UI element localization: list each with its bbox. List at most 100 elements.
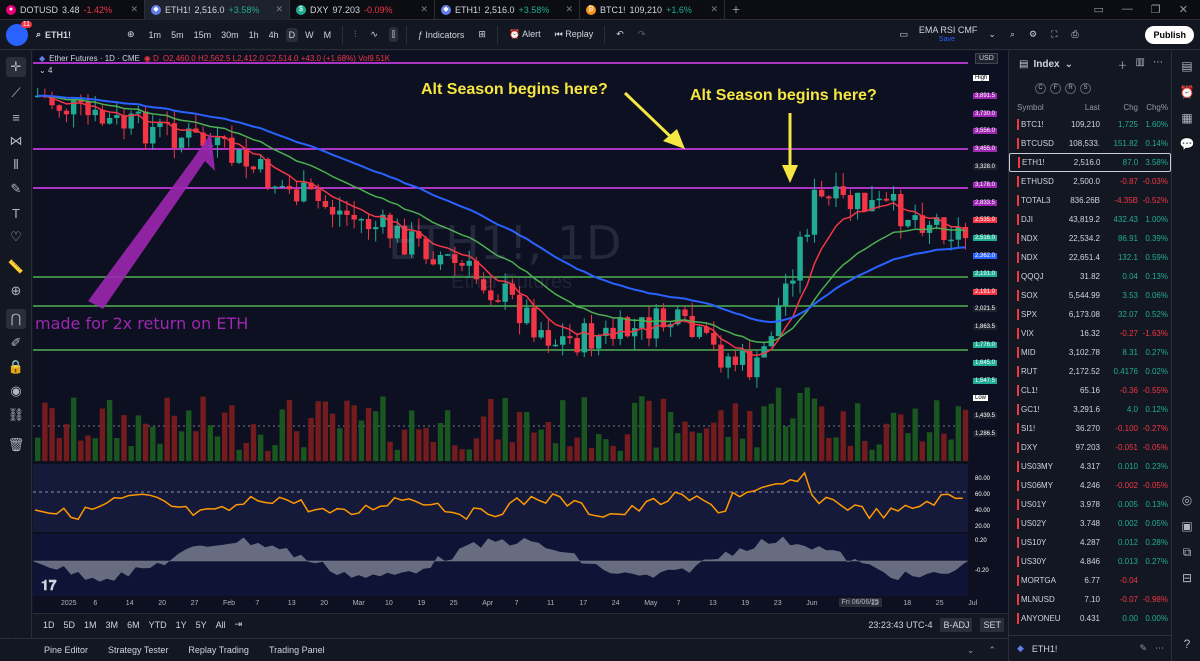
watchlist-row[interactable]: TOTAL3 836.26B -4.35B -0.52% bbox=[1009, 191, 1171, 210]
bottom-tab-strategy-tester[interactable]: Strategy Tester bbox=[108, 645, 168, 655]
text-icon[interactable]: T bbox=[6, 203, 26, 223]
ruler-icon[interactable]: 📏 bbox=[6, 257, 26, 277]
watchlist-row[interactable]: QQQJ 31.82 0.04 0.13% bbox=[1009, 267, 1171, 286]
watchlist-icon[interactable]: ▤ bbox=[1178, 57, 1196, 75]
zoom-icon[interactable]: ⊕ bbox=[6, 281, 26, 301]
camera-icon[interactable]: ⎙ bbox=[1068, 27, 1081, 42]
help-icon[interactable]: ? bbox=[1178, 635, 1196, 653]
interval-1m[interactable]: 1m bbox=[146, 28, 165, 42]
heart-icon[interactable]: ♡ bbox=[6, 227, 26, 247]
footer-symbol[interactable]: ETH1! bbox=[1032, 644, 1058, 654]
notifications-icon[interactable]: ⊟ bbox=[1178, 569, 1196, 587]
range-5y[interactable]: 5Y bbox=[196, 620, 207, 630]
publish-button[interactable]: Publish bbox=[1145, 25, 1194, 44]
quick-search-icon[interactable]: ⌕ bbox=[1007, 27, 1018, 42]
watchlist-row[interactable]: MLNUSD 7.10 -0.07 -0.98% bbox=[1009, 590, 1171, 609]
add-symbol-icon[interactable]: ＋ bbox=[1118, 57, 1128, 72]
watchlist-row[interactable]: SOX 5,544.99 3.53 0.06% bbox=[1009, 286, 1171, 305]
interval-d[interactable]: D bbox=[285, 27, 299, 42]
settings-icon[interactable]: ⚙ bbox=[1026, 27, 1040, 42]
tab-dotusd[interactable]: ● DOTUSD 3.48 -1.42% ✕ bbox=[0, 0, 145, 20]
more-icon[interactable]: ⋯ bbox=[1155, 643, 1164, 654]
watchlist-row[interactable]: ETHUSD 2,500.0 -0.87 -0.03% bbox=[1009, 172, 1171, 191]
watchlist-row[interactable]: US10Y 4.287 0.012 0.28% bbox=[1009, 533, 1171, 552]
watchlist-row[interactable]: US01Y 3.978 0.005 0.13% bbox=[1009, 495, 1171, 514]
layout-icon[interactable]: ▥ bbox=[1136, 57, 1145, 72]
minimize-button[interactable]: — bbox=[1122, 3, 1133, 16]
watchlist-row[interactable]: NDX 22,534.2 86.91 0.39% bbox=[1009, 229, 1171, 248]
user-avatar[interactable]: 11 bbox=[6, 20, 32, 46]
lock-drawing-icon[interactable]: ✐ bbox=[6, 333, 26, 353]
edit-icon[interactable]: ✎ bbox=[1139, 643, 1147, 654]
watchlist-row[interactable]: ANYONEU 0.431 0.00 0.00% bbox=[1009, 609, 1171, 628]
bottom-tab-trading-panel[interactable]: Trading Panel bbox=[269, 645, 325, 655]
range-ytd[interactable]: YTD bbox=[149, 620, 167, 630]
line-style-icon[interactable]: ∿ bbox=[367, 27, 381, 42]
tab-eth1[interactable]: ◆ ETH1! 2,516.0 +3.58% ✕ bbox=[145, 0, 290, 20]
annotation-alt-season-1[interactable]: Alt Season begins here? bbox=[421, 81, 608, 99]
candles-icon[interactable]: ⫿ bbox=[388, 27, 398, 42]
tab-btc1[interactable]: ₿ BTC1! 109,210 +1.6% ✕ bbox=[580, 0, 725, 20]
tab-dxy[interactable]: $ DXY 97.203 -0.09% ✕ bbox=[290, 0, 435, 20]
section-badge-c[interactable]: C bbox=[1035, 82, 1046, 94]
tab-eth1[interactable]: ◆ ETH1! 2,516.0 +3.58% ✕ bbox=[435, 0, 580, 20]
watchlist-row[interactable]: US30Y 4.846 0.013 0.27% bbox=[1009, 552, 1171, 571]
interval-4h[interactable]: 4h bbox=[266, 28, 282, 42]
range-1d[interactable]: 1D bbox=[43, 620, 55, 630]
section-badge-s[interactable]: S bbox=[1080, 82, 1091, 94]
lock-icon[interactable]: 🔒 bbox=[6, 357, 26, 377]
annotation-2x-return[interactable]: made for 2x return on ETH bbox=[35, 314, 248, 333]
watchlist-row[interactable]: DXY 97.203 -0.051 -0.05% bbox=[1009, 438, 1171, 457]
range-1m[interactable]: 1M bbox=[84, 620, 97, 630]
watchlist-row[interactable]: US03MY 4.317 0.010 0.23% bbox=[1009, 457, 1171, 476]
column-header-symbol[interactable]: Symbol bbox=[1009, 103, 1067, 112]
bar-style-icon[interactable]: ⫶ bbox=[351, 27, 359, 42]
watchlist-row[interactable]: RUT 2,172.52 0.4176 0.02% bbox=[1009, 362, 1171, 381]
watchlist-row[interactable]: MORTGA 6.77 -0.04 bbox=[1009, 571, 1171, 590]
bottom-tab-pine-editor[interactable]: Pine Editor bbox=[44, 645, 88, 655]
redo-icon[interactable]: ↷ bbox=[635, 27, 649, 42]
interval-15m[interactable]: 15m bbox=[191, 28, 215, 42]
close-tab-icon[interactable]: ✕ bbox=[420, 4, 428, 15]
range-all[interactable]: All bbox=[216, 620, 226, 630]
annotation-alt-season-2[interactable]: Alt Season begins here? bbox=[690, 87, 877, 105]
watchlist-row[interactable]: CL1! 65.16 -0.36 -0.55% bbox=[1009, 381, 1171, 400]
column-header-last[interactable]: Last bbox=[1067, 103, 1100, 112]
bottom-tab-replay-trading[interactable]: Replay Trading bbox=[188, 645, 249, 655]
range-6m[interactable]: 6M bbox=[127, 620, 140, 630]
alerts-icon[interactable]: ⏰ bbox=[1178, 83, 1196, 101]
currency-selector[interactable]: USD bbox=[975, 53, 998, 64]
link-icon[interactable]: ⛓ bbox=[6, 405, 26, 425]
watchlist-row[interactable]: BTCUSD 108,533. 151.82 0.14% bbox=[1009, 134, 1171, 153]
close-tab-icon[interactable]: ✕ bbox=[565, 4, 573, 15]
column-header-chg[interactable]: Chg bbox=[1100, 103, 1138, 112]
back-adjust-button[interactable]: B-ADJ bbox=[940, 617, 973, 632]
goto-date-icon[interactable]: ⇥ bbox=[235, 619, 243, 630]
chat-icon[interactable]: 💬 bbox=[1178, 135, 1196, 153]
column-header-chg-pct[interactable]: Chg% bbox=[1138, 103, 1170, 112]
watchlist-title[interactable]: Index bbox=[1033, 59, 1059, 70]
close-tab-icon[interactable]: ✕ bbox=[710, 4, 718, 15]
watchlist-row[interactable]: SPX 6,173.08 32.07 0.52% bbox=[1009, 305, 1171, 324]
watchlist-row[interactable]: NDX 22,651.4 132.1 0.59% bbox=[1009, 248, 1171, 267]
alert-button[interactable]: ⏰ Alert bbox=[506, 27, 544, 42]
compare-symbol-button[interactable]: ⊕ bbox=[124, 27, 138, 42]
pattern-icon[interactable]: ⋈ bbox=[6, 131, 26, 151]
layout-name-button[interactable]: EMA RSI CMF Save bbox=[919, 25, 978, 44]
session-button[interactable]: SET bbox=[980, 617, 1004, 632]
eye-icon[interactable]: ◉ bbox=[6, 381, 26, 401]
range-3m[interactable]: 3M bbox=[106, 620, 119, 630]
watchlist-row[interactable]: US02Y 3.748 0.002 0.05% bbox=[1009, 514, 1171, 533]
chart-canvas[interactable]: ETH1!, 1D Ether Futures ◆ Ether Futures … bbox=[33, 51, 1008, 613]
chevron-down-icon[interactable]: ⌄ bbox=[985, 27, 999, 42]
watchlist-row[interactable]: SI1! 36.270 -0.100 -0.27% bbox=[1009, 419, 1171, 438]
maximize-button[interactable]: ❐ bbox=[1151, 3, 1161, 16]
symbol-search[interactable]: ⌕ ETH1! bbox=[36, 29, 116, 40]
interval-w[interactable]: W bbox=[302, 28, 317, 42]
watchlist-row[interactable]: BTC1! 109,210 1,725 1.60% bbox=[1009, 115, 1171, 134]
trash-icon[interactable]: 🗑 bbox=[6, 435, 26, 455]
interval-1h[interactable]: 1h bbox=[246, 28, 262, 42]
interval-30m[interactable]: 30m bbox=[218, 28, 242, 42]
replay-button[interactable]: ⏮ Replay bbox=[552, 27, 597, 42]
time-axis[interactable]: 2025 6 14 20 27 Feb 7 13 20 Mar 10 19 25 Apr 7 11 17 24 Ma… bbox=[33, 597, 977, 613]
